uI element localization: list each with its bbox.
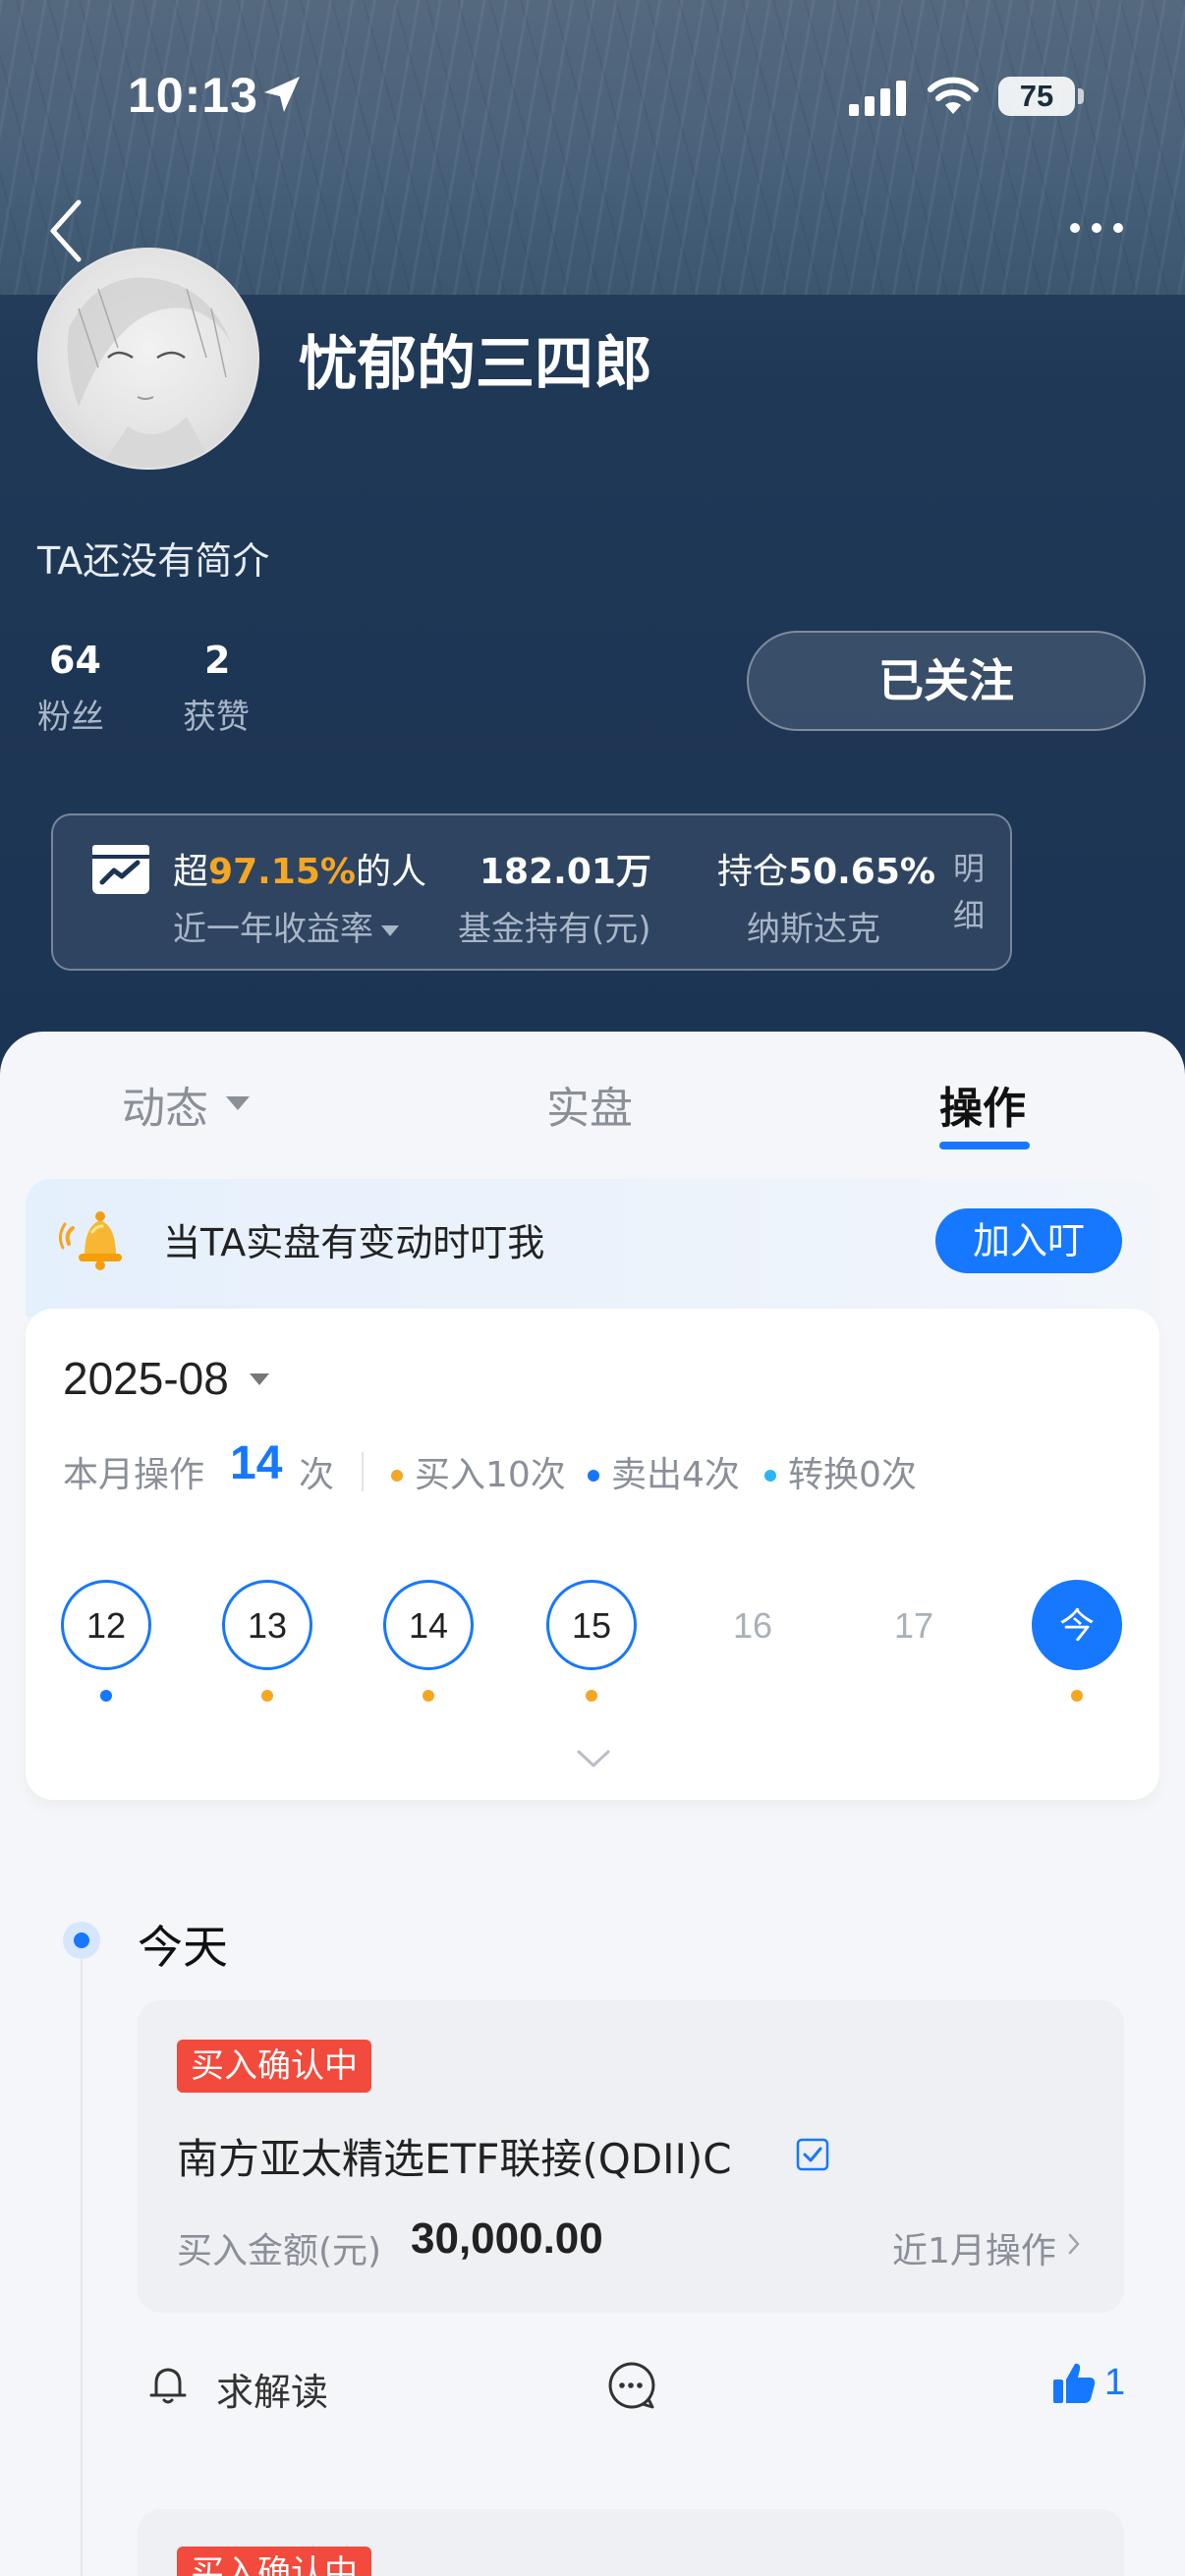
avatar-illustration: [67, 277, 236, 468]
tab-dropdown-icon: [226, 1096, 250, 1110]
convert-dot: [764, 1470, 776, 1482]
holding-amount: 182.01万: [480, 852, 651, 892]
day-today[interactable]: 今: [1032, 1580, 1122, 1670]
month-ops-label: 本月操作: [63, 1455, 205, 1495]
day-13-buy-dot: [261, 1690, 273, 1702]
day-16[interactable]: 16: [707, 1580, 798, 1670]
day-12[interactable]: 12: [61, 1580, 151, 1670]
wifi-icon: [928, 77, 979, 114]
tab-operations[interactable]: 操作: [939, 1073, 1026, 1136]
notify-text: 当TA实盘有变动时叮我: [163, 1221, 545, 1264]
return-period-selector[interactable]: 近一年收益率: [173, 902, 399, 950]
operation-card[interactable]: 买入确认中 南方亚太精选ETF联接(QDII)C 买入金额(元) 30,000.…: [138, 2000, 1124, 2313]
day-12-sell-dot: [100, 1690, 112, 1702]
status-badge: 买入确认中: [177, 2040, 371, 2093]
month-ops-count: 14: [230, 1437, 283, 1489]
verified-check-icon: [796, 2138, 829, 2171]
timeline-dot: [63, 1922, 100, 1959]
chart-icon: [92, 845, 149, 894]
position-percentage: 持仓50.65%: [717, 852, 935, 892]
battery-indicator: 75: [998, 77, 1075, 116]
dropdown-arrow-icon: [381, 925, 399, 936]
follow-button[interactable]: 已关注: [747, 631, 1146, 731]
ops-divider: [362, 1452, 364, 1491]
calendar-card: 2025-08 本月操作 14 次 买入10次 卖出4次 转换0次 12 13 …: [26, 1309, 1159, 1800]
fans-count[interactable]: 64: [49, 639, 101, 682]
holding-label: 基金持有(元): [458, 910, 651, 949]
fans-label: 粉丝: [37, 698, 104, 737]
status-time: 10:13: [128, 68, 258, 123]
back-arrow-icon[interactable]: [47, 196, 86, 265]
status-badge-2: 买入确认中: [177, 2547, 371, 2576]
ask-interpretation-button[interactable]: 求解读: [216, 2362, 328, 2416]
sell-count: 卖出4次: [611, 1455, 740, 1495]
buy-count: 买入10次: [415, 1455, 566, 1495]
position-label: 纳斯达克: [747, 910, 880, 949]
bell-icon: [59, 1211, 122, 1270]
month-dropdown-icon[interactable]: [250, 1373, 269, 1385]
buy-dot: [391, 1470, 403, 1482]
notify-banner: 当TA实盘有变动时叮我 加入叮: [26, 1179, 1159, 1316]
tab-activity[interactable]: 动态: [122, 1073, 208, 1136]
location-arrow-icon: [264, 77, 300, 112]
day-15-buy-dot: [586, 1690, 597, 1702]
amount-value: 30,000.00: [411, 2214, 603, 2263]
thumbs-up-icon[interactable]: [1051, 2360, 1097, 2405]
join-notify-button[interactable]: 加入叮: [935, 1208, 1122, 1273]
bio: TA还没有简介: [37, 539, 270, 583]
avatar[interactable]: [37, 248, 259, 470]
likes-label: 获赞: [183, 698, 250, 737]
tab-portfolio[interactable]: 实盘: [546, 1073, 633, 1136]
day-14[interactable]: 14: [383, 1580, 474, 1670]
like-count: 1: [1104, 2362, 1126, 2403]
beat-percentage: 超97.15%的人: [173, 852, 426, 892]
operation-card-2[interactable]: 买入确认中: [138, 2509, 1124, 2576]
performance-summary-card[interactable]: 超97.15%的人 近一年收益率 182.01万 基金持有(元) 持仓50.65…: [51, 813, 1012, 971]
bell-outline-icon[interactable]: [145, 2362, 191, 2407]
day-today-buy-dot: [1071, 1690, 1083, 1702]
comment-icon[interactable]: [605, 2360, 656, 2411]
username: 忧郁的三四郎: [299, 330, 652, 399]
cover-image: [0, 0, 1185, 295]
more-icon[interactable]: [1067, 218, 1126, 238]
month-selector[interactable]: 2025-08: [63, 1352, 229, 1405]
day-15[interactable]: 15: [546, 1580, 637, 1670]
day-13[interactable]: 13: [222, 1580, 312, 1670]
day-17[interactable]: 17: [869, 1580, 959, 1670]
chevron-right-icon[interactable]: [1067, 2232, 1081, 2256]
convert-count: 转换0次: [788, 1455, 917, 1495]
timeline-date-label: 今天: [138, 1921, 228, 1974]
tab-active-indicator: [939, 1142, 1030, 1149]
sell-dot: [588, 1470, 599, 1482]
recent-ops-link[interactable]: 近1月操作: [892, 2222, 1056, 2273]
signal-icon: [849, 81, 906, 116]
chevron-down-icon[interactable]: [576, 1749, 611, 1768]
detail-link[interactable]: 明 细: [949, 845, 988, 939]
fund-name[interactable]: 南方亚太精选ETF联接(QDII)C: [177, 2126, 732, 2186]
timeline-line: [81, 1955, 83, 2576]
day-14-buy-dot: [423, 1690, 434, 1702]
amount-label: 买入金额(元): [177, 2231, 382, 2271]
battery-tip: [1078, 88, 1084, 104]
likes-count[interactable]: 2: [204, 639, 230, 682]
month-ops-unit: 次: [299, 1455, 335, 1495]
